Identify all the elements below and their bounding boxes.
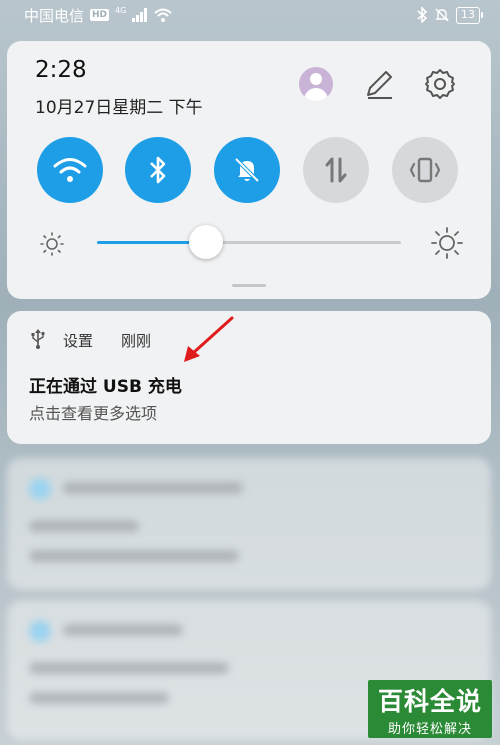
brightness-slider[interactable] (97, 225, 401, 259)
status-right: 13 (416, 6, 483, 24)
gear-icon[interactable] (423, 67, 457, 101)
signal-icon (132, 8, 148, 22)
blurred-app-icon (29, 478, 51, 500)
panel-drag-handle[interactable] (232, 284, 266, 287)
carrier-label: 中国电信 (24, 6, 85, 25)
bell-off-icon (234, 157, 260, 183)
quick-settings-panel: 2:28 10月27日星期二 下午 (7, 41, 491, 299)
mobile-data-toggle[interactable] (303, 137, 369, 203)
watermark-title: 百科全说 (377, 687, 482, 716)
wifi-status-icon (154, 8, 172, 22)
blurred-line (29, 662, 229, 674)
user-avatar-button[interactable] (299, 67, 333, 101)
watermark-logo: 百科全说 助你轻松解决 (368, 680, 492, 738)
network-type: 4G (115, 5, 127, 15)
notification-title: 正在通过 USB 充电 (29, 377, 182, 397)
red-arrow-icon (184, 316, 234, 362)
brightness-slider-thumb[interactable] (189, 225, 224, 259)
silent-toggle[interactable] (214, 137, 280, 203)
bluetooth-status-icon (417, 7, 428, 23)
brightness-low-icon (40, 232, 64, 256)
edit-icon[interactable] (362, 67, 396, 101)
blurred-app-icon (29, 620, 51, 642)
usb-notification-card[interactable]: 设置 刚刚 正在通过 USB 充电 点击查看更多选项 (7, 311, 491, 444)
status-bar: 中国电信 HD 4G 13 (0, 0, 500, 30)
mute-status-icon (435, 8, 449, 22)
avatar-head (310, 73, 322, 85)
status-left: 中国电信 HD 4G (24, 5, 172, 26)
clock-time: 2:28 (35, 57, 87, 83)
bluetooth-icon (150, 156, 166, 184)
blurred-line (63, 482, 243, 494)
avatar-body (304, 88, 328, 101)
bluetooth-toggle[interactable] (125, 137, 191, 203)
vibrate-icon (409, 157, 441, 183)
battery-indicator: 13 (456, 6, 483, 24)
notification-text: 点击查看更多选项 (29, 404, 158, 423)
blurred-line (29, 550, 239, 562)
blurred-line (29, 520, 139, 532)
notification-time: 刚刚 (121, 332, 152, 350)
blurred-line (63, 624, 183, 636)
clock-date: 10月27日星期二 下午 (35, 98, 203, 118)
usb-icon (31, 329, 45, 349)
vibrate-toggle[interactable] (392, 137, 458, 203)
wifi-icon (53, 158, 87, 182)
watermark-subtitle: 助你轻松解决 (387, 722, 472, 737)
blurred-line (29, 692, 169, 704)
notification-app-name: 设置 (63, 332, 94, 350)
hd-badge: HD (90, 9, 110, 21)
wifi-toggle[interactable] (37, 137, 103, 203)
blurred-notification-card[interactable] (7, 458, 491, 590)
data-arrows-icon (325, 157, 347, 183)
brightness-high-icon (431, 227, 463, 259)
